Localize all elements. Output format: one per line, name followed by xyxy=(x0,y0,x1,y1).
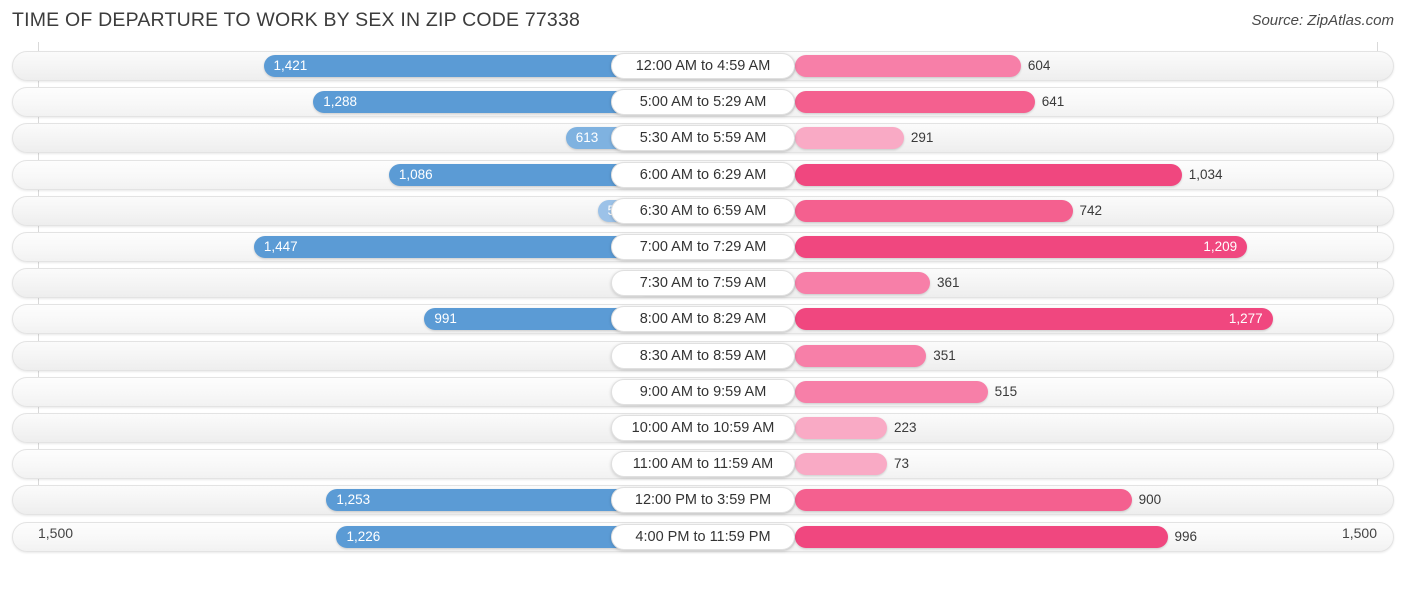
bar-value-male: 613 xyxy=(575,130,599,146)
bar-female[interactable] xyxy=(795,127,904,150)
bar-value-male: 1,253 xyxy=(336,492,371,508)
bar-female[interactable] xyxy=(795,453,887,476)
category-label: 12:00 PM to 3:59 PM xyxy=(611,487,795,514)
bar-female[interactable] xyxy=(795,91,1035,114)
bar-female[interactable] xyxy=(795,344,927,367)
chart-row: 1223518:30 AM to 8:59 AM xyxy=(12,340,1394,371)
category-label: 7:00 AM to 7:29 AM xyxy=(611,234,795,260)
chart-row: 1,421 604 12:00 AM to 4:59 AM xyxy=(12,51,1394,81)
bar-value-male: 1,086 xyxy=(398,166,433,182)
bar-value-female: 742 xyxy=(1079,202,1103,218)
category-label: 8:30 AM to 8:59 AM xyxy=(611,342,795,369)
bar-value-female: 515 xyxy=(994,383,1018,399)
bar-value-male: 1,421 xyxy=(273,58,308,73)
bar-value-male: 1,447 xyxy=(263,239,298,254)
chart-row: 4293617:30 AM to 7:59 AM xyxy=(12,268,1394,299)
bar-female[interactable] xyxy=(795,163,1182,186)
chart-plot-area: 1,421 604 12:00 AM to 4:59 AM 1,288 641 5:00 … xyxy=(0,42,1406,555)
chart-row: 45222310:00 AM to 10:59 AM xyxy=(12,413,1394,443)
bar-value-female: 604 xyxy=(1027,58,1051,73)
bar-value-male: 991 xyxy=(434,311,457,327)
chart-header: TIME OF DEPARTURE TO WORK BY SEX IN ZIP … xyxy=(0,0,1406,42)
bar-female[interactable] xyxy=(795,272,930,295)
bar-female[interactable] xyxy=(795,417,887,439)
bar-female[interactable] xyxy=(795,199,1073,222)
category-label: 9:00 AM to 9:59 AM xyxy=(611,378,795,405)
bar-value-female: 1,277 xyxy=(1228,311,1263,327)
bar-female[interactable] xyxy=(795,489,1132,512)
category-label: 5:30 AM to 5:59 AM xyxy=(611,125,795,152)
category-label: 12:00 AM to 4:59 AM xyxy=(611,53,795,79)
chart-row: 1,447 1,209 7:00 AM to 7:29 AM xyxy=(12,232,1394,262)
bar-value-female: 223 xyxy=(894,420,917,435)
bar-female[interactable] xyxy=(795,380,988,403)
bar-female[interactable] xyxy=(795,55,1021,77)
chart-row: 5287426:30 AM to 6:59 AM xyxy=(12,195,1394,226)
bar-value-female: 73 xyxy=(894,456,910,472)
category-label: 8:00 AM to 8:29 AM xyxy=(611,306,795,333)
bar-female[interactable] xyxy=(795,236,1248,258)
chart-row: 1,086 1,034 6:00 AM to 6:29 AM xyxy=(12,159,1394,190)
bar-value-female: 1,209 xyxy=(1203,239,1238,254)
category-label: 11:00 AM to 11:59 AM xyxy=(611,451,795,478)
category-label: 6:00 AM to 6:29 AM xyxy=(611,161,795,188)
page-title: TIME OF DEPARTURE TO WORK BY SEX IN ZIP … xyxy=(12,9,581,31)
source-attribution: Source: ZipAtlas.com xyxy=(1251,12,1394,29)
category-label: 6:30 AM to 6:59 AM xyxy=(611,197,795,224)
chart-row: 2557311:00 AM to 11:59 AM xyxy=(12,449,1394,480)
bar-value-male: 1,288 xyxy=(323,94,358,110)
category-label: 7:30 AM to 7:59 AM xyxy=(611,270,795,297)
chart-row: 4425159:00 AM to 9:59 AM xyxy=(12,376,1394,407)
bar-value-female: 641 xyxy=(1041,94,1065,110)
bar-value-female: 291 xyxy=(910,130,934,146)
category-label: 4:00 PM to 11:59 PM xyxy=(611,523,795,550)
bar-value-female: 1,034 xyxy=(1188,166,1223,182)
category-label: 10:00 AM to 10:59 AM xyxy=(611,415,795,441)
category-label: 5:00 AM to 5:29 AM xyxy=(611,89,795,116)
bar-value-female: 351 xyxy=(933,347,956,363)
chart-row: 1,253 900 12:00 PM to 3:59 PM xyxy=(12,485,1394,516)
bar-female[interactable] xyxy=(795,308,1273,331)
chart-row: 991 1,277 8:00 AM to 8:29 AM xyxy=(12,304,1394,335)
bar-value-female: 900 xyxy=(1138,492,1162,508)
chart-row: 1,288 641 5:00 AM to 5:29 AM xyxy=(12,87,1394,118)
bar-value-female: 361 xyxy=(937,275,960,291)
chart-row: 613 291 5:30 AM to 5:59 AM xyxy=(12,123,1394,154)
